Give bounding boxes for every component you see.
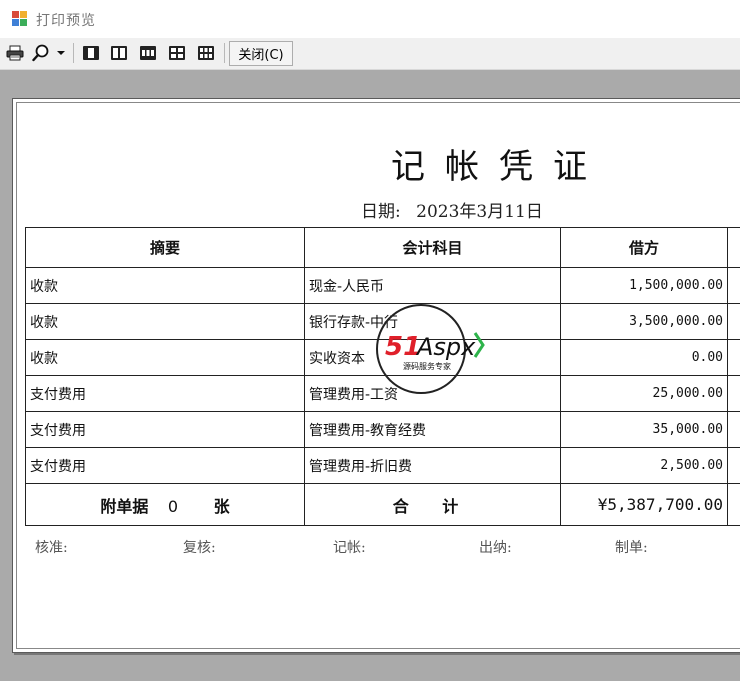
- row-credit: [727, 375, 740, 412]
- four-pages-icon: [169, 46, 185, 60]
- attachment-count: 0: [167, 496, 179, 516]
- magnifier-icon: [32, 44, 49, 62]
- two-pages-button[interactable]: [108, 42, 130, 64]
- table-row: 收款 银行存款-中行 3,500,000.00: [25, 303, 740, 340]
- row-account: 现金-人民币: [304, 267, 561, 304]
- table-row: 收款 现金-人民币 1,500,000.00: [25, 267, 740, 304]
- table-row: 支付费用 管理费用-工资 25,000.00: [25, 375, 740, 412]
- date-value: 2023年3月11日: [416, 202, 543, 222]
- column-header-credit: [727, 227, 740, 268]
- attachment-label: 附单据: [100, 496, 149, 516]
- signature-approve: 核准:: [35, 540, 68, 556]
- table-row: 支付费用 管理费用-折旧费 2,500.00: [25, 447, 740, 484]
- close-button[interactable]: 关闭(C): [229, 41, 293, 66]
- print-button[interactable]: [4, 42, 26, 64]
- preview-page: 记帐凭证 日期: 2023年3月11日 摘要 会计科目 借方 收款 现金-人民币…: [12, 98, 740, 653]
- total-label: 合 计: [304, 483, 561, 526]
- table-header-row: 摘要 会计科目 借方: [25, 227, 740, 268]
- row-account: 实收资本: [304, 339, 561, 376]
- row-debit: 2,500.00: [560, 447, 728, 484]
- row-summary: 收款: [25, 267, 305, 304]
- row-credit: [727, 303, 740, 340]
- three-pages-button[interactable]: [137, 42, 159, 64]
- voucher-date: 日期: 2023年3月11日: [361, 197, 543, 222]
- row-credit: [727, 339, 740, 376]
- row-debit: 35,000.00: [560, 411, 728, 448]
- printer-icon: [6, 45, 24, 61]
- row-summary: 收款: [25, 303, 305, 340]
- attachment-cell: 附单据 0 张: [25, 483, 305, 526]
- chevron-down-icon: [57, 51, 65, 55]
- three-pages-icon: [140, 46, 156, 60]
- six-pages-icon: [198, 46, 214, 60]
- signature-row: 核准: 复核: 记帐: 出纳: 制单:: [13, 537, 740, 557]
- row-summary: 收款: [25, 339, 305, 376]
- toolbar-separator: [73, 43, 74, 63]
- table-row: 收款 实收资本 0.00: [25, 339, 740, 376]
- window-title: 打印预览: [36, 13, 96, 29]
- row-credit: [727, 447, 740, 484]
- two-pages-icon: [111, 46, 127, 60]
- table-row: 支付费用 管理费用-教育经费 35,000.00: [25, 411, 740, 448]
- zoom-dropdown[interactable]: [54, 42, 68, 64]
- row-debit: 3,500,000.00: [560, 303, 728, 340]
- total-credit: [727, 483, 740, 526]
- total-debit: ¥5,387,700.00: [560, 483, 728, 526]
- four-pages-button[interactable]: [166, 42, 188, 64]
- signature-bookkeeper: 记帐:: [333, 540, 366, 556]
- one-page-icon: [83, 46, 99, 60]
- app-icon: [12, 11, 28, 27]
- row-debit: 25,000.00: [560, 375, 728, 412]
- table-footer-row: 附单据 0 张 合 计 ¥5,387,700.00: [25, 483, 740, 526]
- row-account: 管理费用-教育经费: [304, 411, 561, 448]
- row-debit: 1,500,000.00: [560, 267, 728, 304]
- signature-preparer: 制单:: [615, 540, 648, 556]
- title-bar: 打印预览: [0, 0, 740, 38]
- attachment-unit: 张: [213, 496, 230, 516]
- column-header-summary: 摘要: [25, 227, 305, 268]
- row-debit: 0.00: [560, 339, 728, 376]
- row-credit: [727, 411, 740, 448]
- row-account: 管理费用-工资: [304, 375, 561, 412]
- one-page-button[interactable]: [80, 42, 102, 64]
- preview-area[interactable]: 记帐凭证 日期: 2023年3月11日 摘要 会计科目 借方 收款 现金-人民币…: [0, 70, 740, 681]
- row-account: 管理费用-折旧费: [304, 447, 561, 484]
- date-label: 日期:: [361, 202, 401, 222]
- voucher-table: 摘要 会计科目 借方 收款 现金-人民币 1,500,000.00 收款 银行存…: [25, 227, 740, 526]
- column-header-account: 会计科目: [304, 227, 561, 268]
- column-header-debit: 借方: [560, 227, 728, 268]
- row-summary: 支付费用: [25, 447, 305, 484]
- voucher-title: 记帐凭证: [391, 147, 607, 187]
- row-credit: [727, 267, 740, 304]
- signature-review: 复核:: [183, 540, 216, 556]
- preview-toolbar: 关闭(C): [0, 38, 740, 70]
- row-account: 银行存款-中行: [304, 303, 561, 340]
- six-pages-button[interactable]: [195, 42, 217, 64]
- row-summary: 支付费用: [25, 375, 305, 412]
- signature-cashier: 出纳:: [479, 540, 512, 556]
- row-summary: 支付费用: [25, 411, 305, 448]
- zoom-button[interactable]: [30, 42, 52, 64]
- toolbar-separator: [224, 43, 225, 63]
